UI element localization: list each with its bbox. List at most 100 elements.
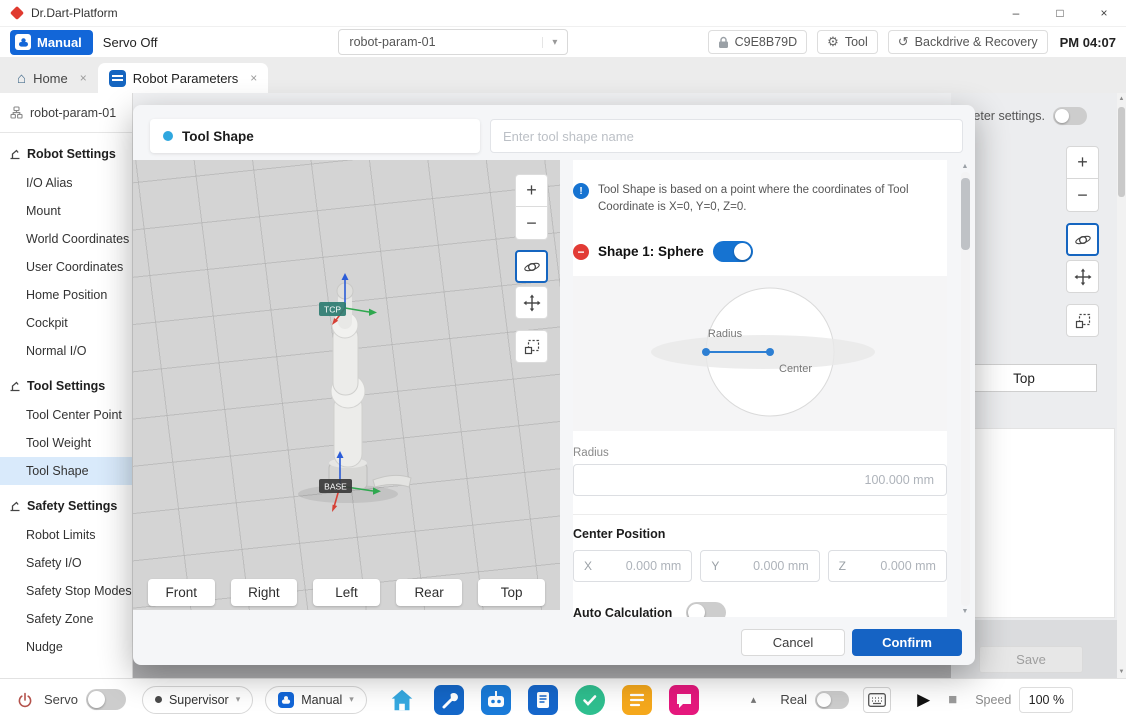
sidebar-item-user-coordinates[interactable]: User Coordinates: [0, 253, 132, 281]
sidebar-item-tool-shape[interactable]: Tool Shape: [0, 457, 132, 485]
status-monitor-icon[interactable]: [575, 685, 605, 715]
task-editor-icon[interactable]: [528, 685, 558, 715]
sidebar-item-world-coordinates[interactable]: World Coordinates: [0, 225, 132, 253]
cancel-button[interactable]: Cancel: [741, 629, 845, 656]
tool-shape-name-input[interactable]: [490, 119, 963, 153]
robot-param-select[interactable]: robot-param-01 ▾: [338, 29, 568, 55]
bg-projection-view-button[interactable]: [1066, 304, 1099, 337]
settings-hint-text: meter settings.: [963, 109, 1045, 123]
minimize-button[interactable]: –: [994, 0, 1038, 26]
dialog-title: Tool Shape: [182, 129, 254, 144]
scrollbar-track[interactable]: [961, 172, 970, 606]
sidebar-item-io-alias[interactable]: I/O Alias: [0, 169, 132, 197]
manual-label: Manual: [37, 35, 82, 50]
sidebar-item-normal-io[interactable]: Normal I/O: [0, 337, 132, 365]
device-id-chip[interactable]: C9E8B79D: [708, 30, 808, 54]
virtual-keyboard-button[interactable]: [863, 687, 891, 713]
zoom-in-button[interactable]: +: [515, 174, 548, 207]
scroll-down-icon[interactable]: ▼: [962, 608, 969, 615]
save-button[interactable]: Save: [979, 646, 1083, 673]
projection-view-button[interactable]: [515, 330, 548, 363]
backdrive-recovery-button[interactable]: ↺ Backdrive & Recovery: [888, 30, 1048, 54]
sidebar-section-tool-settings[interactable]: Tool Settings: [0, 371, 132, 401]
robot-ide-icon[interactable]: [481, 685, 511, 715]
maximize-button[interactable]: □: [1038, 0, 1082, 26]
tab-label: Robot Parameters: [133, 71, 239, 86]
tab-close-icon[interactable]: ×: [250, 71, 257, 85]
speed-value[interactable]: 100 %: [1019, 687, 1073, 713]
workcell-manager-icon[interactable]: [434, 685, 464, 715]
sidebar-item-cockpit[interactable]: Cockpit: [0, 309, 132, 337]
view-right-button[interactable]: Right: [231, 579, 298, 606]
view-top-button[interactable]: Top: [478, 579, 545, 606]
auto-calculation-toggle[interactable]: [686, 602, 726, 617]
servo-toggle[interactable]: [86, 689, 126, 710]
remove-shape-button[interactable]: −: [573, 244, 589, 260]
chevron-down-icon: ▾: [542, 37, 557, 48]
confirm-button[interactable]: Confirm: [852, 629, 962, 656]
scroll-up-icon[interactable]: ▲: [1119, 96, 1125, 102]
real-toggle[interactable]: [815, 691, 849, 709]
play-button[interactable]: ▶: [917, 690, 930, 710]
message-icon[interactable]: [669, 685, 699, 715]
sidebar-item-home-position[interactable]: Home Position: [0, 281, 132, 309]
view-rear-button[interactable]: Rear: [396, 579, 463, 606]
robot-3d-viewport[interactable]: TCP BASE + −: [133, 160, 560, 610]
axis-value: 0.000 mm: [753, 559, 809, 573]
bg-zoom-in-button[interactable]: +: [1066, 146, 1099, 179]
scrollbar-thumb[interactable]: [1118, 107, 1125, 197]
rotate-view-button[interactable]: [515, 250, 548, 283]
dart-home-icon[interactable]: [387, 685, 417, 715]
view-front-button[interactable]: Front: [148, 579, 215, 606]
zoom-out-button[interactable]: −: [515, 207, 548, 240]
speed-label: Speed: [975, 693, 1011, 707]
bg-pan-view-button[interactable]: [1066, 260, 1099, 293]
scroll-up-icon[interactable]: ▲: [962, 163, 969, 170]
app-logo-icon: [10, 6, 24, 20]
bg-zoom-out-button[interactable]: −: [1066, 179, 1099, 212]
radius-input[interactable]: [573, 464, 947, 496]
settings-toggle[interactable]: [1053, 107, 1087, 125]
section-title-text: Safety Settings: [27, 499, 117, 513]
dialog-scrollbar[interactable]: ▲ ▼: [960, 163, 970, 615]
dock-collapse-icon[interactable]: ▴: [751, 693, 757, 706]
close-button[interactable]: ×: [1082, 0, 1126, 26]
sidebar-item-tool-weight[interactable]: Tool Weight: [0, 429, 132, 457]
sidebar-item-mount[interactable]: Mount: [0, 197, 132, 225]
sidebar-item-safety-io[interactable]: Safety I/O: [0, 549, 132, 577]
bg-rotate-view-button[interactable]: [1066, 223, 1099, 256]
tab-home[interactable]: ⌂ Home ×: [6, 63, 98, 93]
sidebar-item-tool-center-point[interactable]: Tool Center Point: [0, 401, 132, 429]
power-icon: [16, 691, 34, 709]
radius-field-label: Radius: [573, 447, 947, 459]
manual-mode-button[interactable]: Manual: [10, 30, 93, 55]
sidebar-section-robot-settings[interactable]: Robot Settings: [0, 139, 132, 169]
center-y-field[interactable]: Y 0.000 mm: [700, 550, 819, 582]
sidebar-section-safety-settings[interactable]: Safety Settings: [0, 491, 132, 521]
view-left-button[interactable]: Left: [313, 579, 380, 606]
tab-robot-parameters[interactable]: Robot Parameters ×: [98, 63, 269, 93]
scrollbar-thumb[interactable]: [961, 178, 970, 250]
chevron-down-icon: ▾: [349, 694, 354, 705]
info-text: Tool Shape is based on a point where the…: [598, 182, 933, 215]
center-x-field[interactable]: X 0.000 mm: [573, 550, 692, 582]
pan-view-button[interactable]: [515, 286, 548, 319]
center-z-field[interactable]: Z 0.000 mm: [828, 550, 947, 582]
sidebar-item-robot-limits[interactable]: Robot Limits: [0, 521, 132, 549]
tool-button[interactable]: ⚙ Tool: [817, 30, 878, 54]
window-controls: – □ ×: [994, 0, 1126, 26]
mode-select[interactable]: Manual ▾: [265, 686, 367, 714]
stop-button[interactable]: ■: [948, 691, 957, 708]
axis-label: X: [584, 559, 592, 573]
scroll-down-icon[interactable]: ▼: [1119, 669, 1125, 675]
robot-settings-icon: [9, 148, 21, 160]
center-position-label: Center Position: [573, 527, 947, 541]
sidebar-item-nudge[interactable]: Nudge: [0, 633, 132, 661]
window-scrollbar[interactable]: ▲ ▼: [1117, 93, 1126, 678]
shape-enabled-toggle[interactable]: [713, 241, 753, 262]
sidebar-item-safety-zone[interactable]: Safety Zone: [0, 605, 132, 633]
sidebar-item-safety-stop-modes[interactable]: Safety Stop Modes: [0, 577, 132, 605]
log-icon[interactable]: [622, 685, 652, 715]
role-select[interactable]: Supervisor ▾: [142, 686, 253, 714]
tab-close-icon[interactable]: ×: [80, 71, 87, 85]
